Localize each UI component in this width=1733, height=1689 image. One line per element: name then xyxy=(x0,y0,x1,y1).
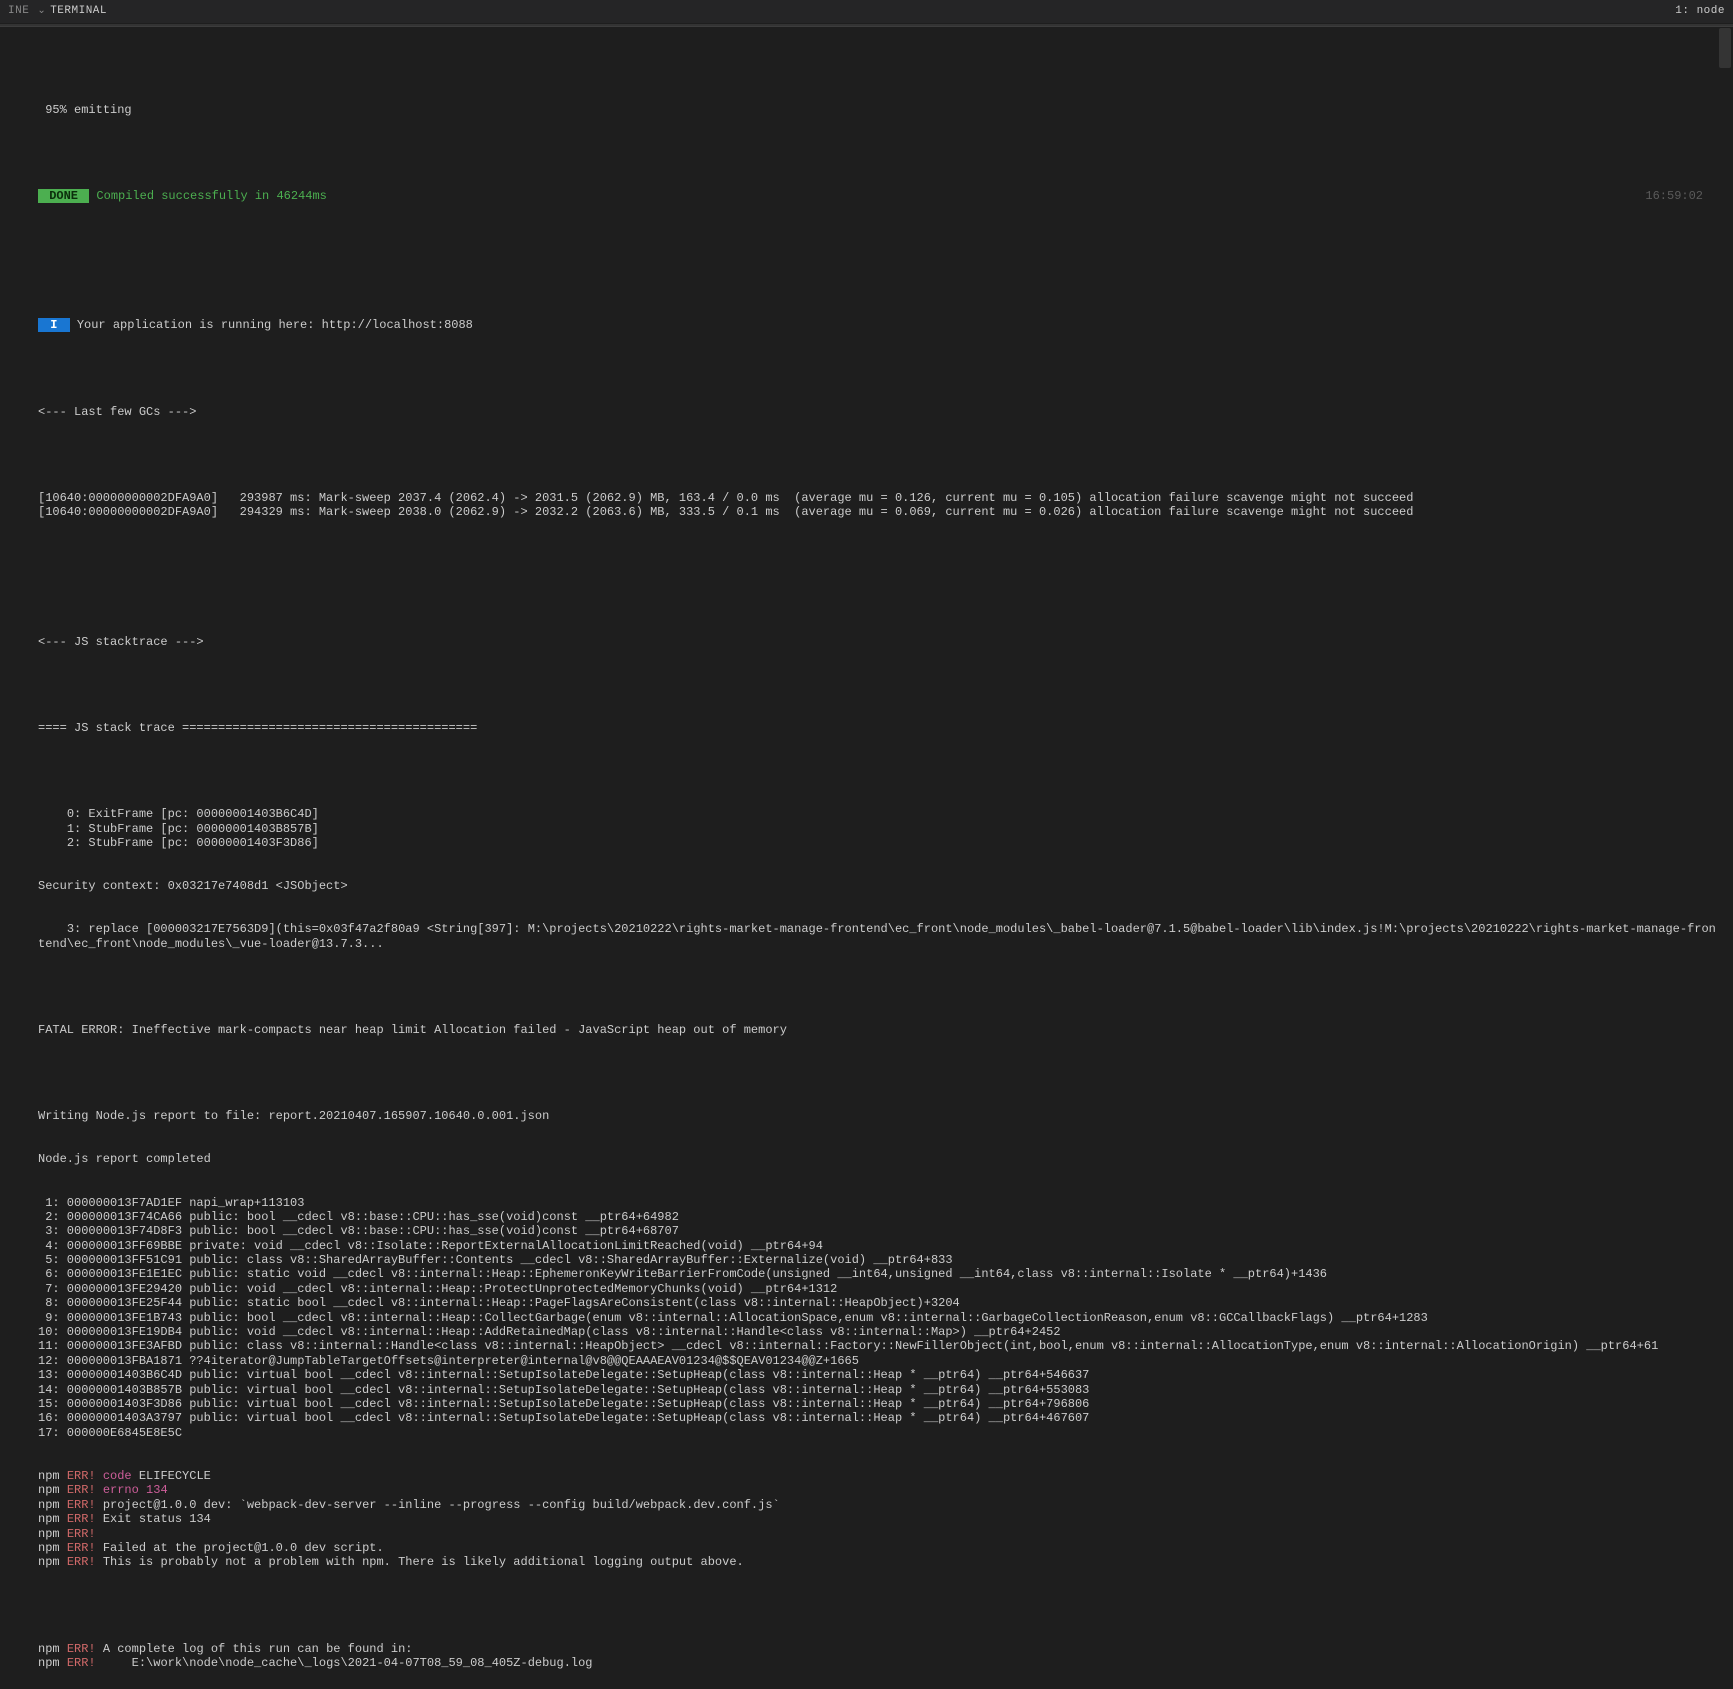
npm-err-line: npm ERR! project@1.0.0 dev: `webpack-dev… xyxy=(38,1498,1723,1512)
npm-err-line: npm ERR! errno 134 xyxy=(38,1483,1723,1497)
npm-err-tag: ERR! xyxy=(67,1527,96,1541)
npm-err-line: npm ERR! Exit status 134 xyxy=(38,1512,1723,1526)
native-stack-line: 17: 000000E6845E8E5C xyxy=(38,1426,1723,1440)
stack-frame: 1: StubFrame [pc: 00000001403B857B] xyxy=(38,822,1723,836)
native-stack-line: 9: 000000013FE1B743 public: bool __cdecl… xyxy=(38,1311,1723,1325)
npm-err-line: npm ERR! xyxy=(38,1527,1723,1541)
npm-err-tag: ERR! xyxy=(67,1498,96,1512)
native-stack-line: 5: 000000013FF51C91 public: class v8::Sh… xyxy=(38,1253,1723,1267)
stack-title: ==== JS stack trace ====================… xyxy=(38,721,1723,735)
tab-partial-left[interactable]: INE xyxy=(8,5,29,18)
npm-err-tag: ERR! xyxy=(67,1656,96,1670)
npm-err-tag: ERR! xyxy=(67,1512,96,1526)
native-stack-line: 10: 000000013FE19DB4 public: void __cdec… xyxy=(38,1325,1723,1339)
gc-line: [10640:00000000002DFA9A0] 293987 ms: Mar… xyxy=(38,491,1723,505)
gc-line: [10640:00000000002DFA9A0] 294329 ms: Mar… xyxy=(38,505,1723,519)
terminal-selector[interactable]: 1: node xyxy=(1675,5,1725,18)
timestamp: 16:59:02 xyxy=(1645,189,1703,203)
npm-err-tag: ERR! xyxy=(67,1541,96,1555)
native-stack-line: 16: 00000001403A3797 public: virtual boo… xyxy=(38,1411,1723,1425)
native-stack-line: 8: 000000013FE25F44 public: static bool … xyxy=(38,1296,1723,1310)
app-running-line: I Your application is running here: http… xyxy=(38,318,1723,332)
native-stack-line: 14: 00000001403B857B public: virtual boo… xyxy=(38,1383,1723,1397)
stack-frame: 2: StubFrame [pc: 00000001403F3D86] xyxy=(38,836,1723,850)
info-message: Your application is running here: http:/… xyxy=(77,318,473,332)
info-badge: I xyxy=(38,318,70,332)
tab-terminal[interactable]: TERMINAL xyxy=(50,5,107,18)
native-stack-line: 12: 000000013FBA1871 ??4iterator@JumpTab… xyxy=(38,1354,1723,1368)
npm-err-line: npm ERR! Failed at the project@1.0.0 dev… xyxy=(38,1541,1723,1555)
npm-err-tag: ERR! xyxy=(67,1483,96,1497)
native-stack-line: 6: 000000013FE1E1EC public: static void … xyxy=(38,1267,1723,1281)
npm-err-tag: ERR! xyxy=(67,1555,96,1569)
npm-err-tag: ERR! xyxy=(67,1642,96,1656)
compile-done-line: 16:59:02 DONE Compiled successfully in 4… xyxy=(38,189,1723,203)
done-badge: DONE xyxy=(38,189,89,203)
panel-header: INE ⌄ TERMINAL 1: node xyxy=(0,0,1733,24)
npm-err-line: npm ERR! This is probably not a problem … xyxy=(38,1555,1723,1569)
native-stack-line: 2: 000000013F74CA66 public: bool __cdecl… xyxy=(38,1210,1723,1224)
npm-err-tag: ERR! xyxy=(67,1469,96,1483)
native-stack-line: 15: 00000001403F3D86 public: virtual boo… xyxy=(38,1397,1723,1411)
done-message: Compiled successfully in 46244ms xyxy=(96,189,326,203)
chevron-down-icon[interactable]: ⌄ xyxy=(37,6,46,18)
security-context: Security context: 0x03217e7408d1 <JSObje… xyxy=(38,879,1723,893)
report-writing: Writing Node.js report to file: report.2… xyxy=(38,1109,1723,1123)
report-done: Node.js report completed xyxy=(38,1152,1723,1166)
native-stack-line: 13: 00000001403B6C4D public: virtual boo… xyxy=(38,1368,1723,1382)
npm-err-line: npm ERR! A complete log of this run can … xyxy=(38,1642,1723,1656)
replace-line: 3: replace [000003217E7563D9](this=0x03f… xyxy=(38,922,1723,951)
npm-err-line: npm ERR! E:\work\node\node_cache\_logs\2… xyxy=(38,1656,1723,1670)
fatal-error: FATAL ERROR: Ineffective mark-compacts n… xyxy=(38,1023,1723,1037)
native-stack-line: 4: 000000013FF69BBE private: void __cdec… xyxy=(38,1239,1723,1253)
scrollbar-vertical[interactable] xyxy=(1719,28,1731,68)
native-stack-line: 7: 000000013FE29420 public: void __cdecl… xyxy=(38,1282,1723,1296)
gc-header: <--- Last few GCs ---> xyxy=(38,405,1723,419)
native-stack-line: 1: 000000013F7AD1EF napi_wrap+113103 xyxy=(38,1196,1723,1210)
progress-line: 95% emitting xyxy=(38,103,1723,117)
stacktrace-header: <--- JS stacktrace ---> xyxy=(38,635,1723,649)
native-stack-line: 3: 000000013F74D8F3 public: bool __cdecl… xyxy=(38,1224,1723,1238)
native-stack-line: 11: 000000013FE3AFBD public: class v8::i… xyxy=(38,1339,1723,1353)
npm-err-line: npm ERR! code ELIFECYCLE xyxy=(38,1469,1723,1483)
terminal-output[interactable]: 95% emitting 16:59:02 DONE Compiled succ… xyxy=(0,27,1733,1689)
stack-frame: 0: ExitFrame [pc: 00000001403B6C4D] xyxy=(38,807,1723,821)
